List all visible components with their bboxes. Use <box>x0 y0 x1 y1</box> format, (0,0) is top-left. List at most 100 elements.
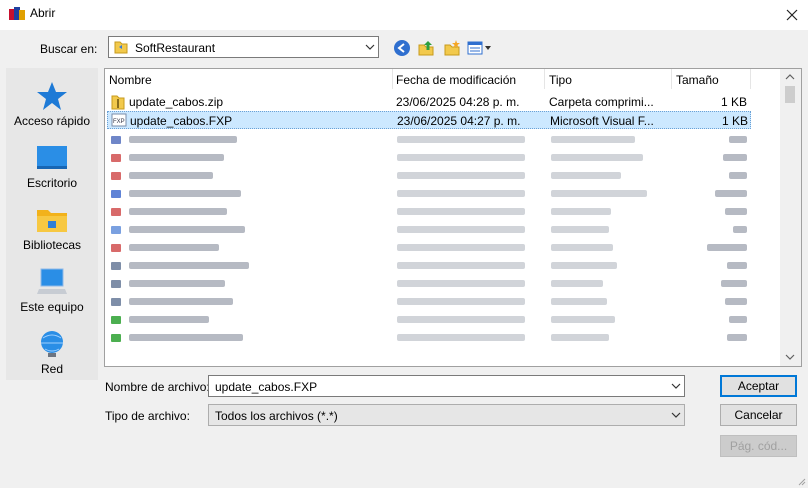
file-row-blurred[interactable] <box>107 293 751 311</box>
cancel-button[interactable]: Cancelar <box>720 404 797 426</box>
open-button[interactable]: Aceptar <box>720 375 797 397</box>
filetype-label: Tipo de archivo: <box>105 409 190 423</box>
resize-grip-icon[interactable] <box>796 476 806 486</box>
column-divider <box>750 69 751 89</box>
blurred-cell <box>111 262 121 270</box>
scroll-thumb[interactable] <box>785 86 795 103</box>
up-folder-button[interactable] <box>416 38 436 58</box>
blurred-cell <box>715 190 747 197</box>
scroll-up-icon[interactable] <box>784 72 796 82</box>
blurred-cell <box>551 298 607 305</box>
blurred-cell <box>397 298 525 305</box>
blurred-cell <box>129 226 245 233</box>
file-size: 1 KB <box>720 95 747 109</box>
file-name: update_cabos.FXP <box>130 114 233 128</box>
place-network[interactable]: Red <box>6 324 98 386</box>
place-label: Escritorio <box>26 176 77 190</box>
lookin-label: Buscar en: <box>40 42 98 56</box>
blurred-cell <box>729 136 747 143</box>
chevron-down-icon[interactable] <box>670 381 682 391</box>
blurred-cell <box>729 316 747 323</box>
svg-text:FXP: FXP <box>113 119 125 125</box>
blurred-cell <box>551 316 615 323</box>
filename-label: Nombre de archivo: <box>105 380 210 394</box>
filename-value: update_cabos.FXP <box>215 380 318 394</box>
blurred-cell <box>727 334 747 341</box>
blurred-cell <box>397 316 525 323</box>
blurred-cell <box>397 334 525 341</box>
blurred-cell <box>725 208 747 215</box>
blurred-cell <box>551 172 621 179</box>
blurred-cell <box>129 262 249 269</box>
blurred-cell <box>397 244 525 251</box>
filetype-value: Todos los archivos (*.*) <box>215 409 338 423</box>
chevron-down-icon[interactable] <box>364 40 376 54</box>
codepage-button[interactable]: Pág. cód... <box>720 435 797 457</box>
blurred-cell <box>111 334 121 342</box>
place-label: Acceso rápido <box>13 114 91 128</box>
app-icon <box>9 7 25 20</box>
filetype-select[interactable]: Todos los archivos (*.*) <box>208 404 685 426</box>
place-label: Red <box>40 362 63 376</box>
file-row-blurred[interactable] <box>107 185 751 203</box>
lookin-combo[interactable]: SoftRestaurant <box>108 36 379 58</box>
blurred-cell <box>129 244 219 251</box>
blurred-cell <box>111 172 121 180</box>
scroll-down-icon[interactable] <box>784 352 796 362</box>
blurred-cell <box>111 154 121 162</box>
file-row-blurred[interactable] <box>107 149 751 167</box>
blurred-cell <box>129 172 213 179</box>
blurred-cell <box>129 334 243 341</box>
filename-input[interactable]: update_cabos.FXP <box>208 375 685 397</box>
chevron-down-icon[interactable] <box>670 410 682 420</box>
blurred-cell <box>551 334 609 341</box>
file-type: Microsoft Visual F... <box>550 114 654 128</box>
folder-shortcut-icon <box>114 41 128 54</box>
blurred-cell <box>397 226 525 233</box>
file-row-blurred[interactable] <box>107 167 751 185</box>
place-libraries[interactable]: Bibliotecas <box>6 200 98 262</box>
blurred-cell <box>723 154 747 161</box>
blurred-cell <box>129 280 225 287</box>
file-row-blurred[interactable] <box>107 257 751 275</box>
column-header-name[interactable]: Nombre <box>109 71 152 89</box>
blurred-cell <box>397 190 525 197</box>
blurred-cell <box>111 226 121 234</box>
file-row[interactable]: update_cabos.zip 23/06/2025 04:28 p. m. … <box>107 93 751 111</box>
new-folder-button[interactable] <box>442 38 462 58</box>
back-arrow-icon <box>394 40 410 56</box>
blurred-cell <box>111 208 121 216</box>
place-quick-access[interactable]: Acceso rápido <box>6 76 98 138</box>
close-button[interactable] <box>776 0 808 30</box>
blurred-cell <box>733 226 747 233</box>
file-row-blurred[interactable] <box>107 221 751 239</box>
column-header-date[interactable]: Fecha de modificación <box>396 71 516 89</box>
libraries-icon <box>37 210 67 232</box>
file-row-blurred[interactable] <box>107 275 751 293</box>
vertical-scrollbar[interactable] <box>780 69 801 366</box>
title-bar: Abrir <box>0 0 808 30</box>
file-row-blurred[interactable] <box>107 239 751 257</box>
close-icon <box>786 9 798 21</box>
file-row-blurred[interactable] <box>107 131 751 149</box>
blurred-cell <box>129 208 227 215</box>
blurred-cell <box>111 316 121 324</box>
view-menu-button[interactable] <box>466 38 494 58</box>
place-desktop[interactable]: Escritorio <box>6 138 98 200</box>
file-row-blurred[interactable] <box>107 329 751 347</box>
desktop-icon <box>37 146 67 169</box>
column-header-type[interactable]: Tipo <box>549 71 572 89</box>
file-row-blurred[interactable] <box>107 203 751 221</box>
file-list[interactable]: Nombre Fecha de modificación Tipo Tamaño… <box>104 68 802 367</box>
place-this-pc[interactable]: Este equipo <box>6 262 98 324</box>
blurred-cell <box>551 154 643 161</box>
window-title: Abrir <box>30 6 56 20</box>
column-divider <box>392 69 393 89</box>
file-row-blurred[interactable] <box>107 311 751 329</box>
blurred-cell <box>551 208 611 215</box>
file-row-selected[interactable]: FXP update_cabos.FXP 23/06/2025 04:27 p.… <box>107 111 751 129</box>
blurred-cell <box>551 226 609 233</box>
back-button[interactable] <box>392 38 412 58</box>
blurred-cell <box>551 280 603 287</box>
column-header-size[interactable]: Tamaño <box>676 71 719 89</box>
